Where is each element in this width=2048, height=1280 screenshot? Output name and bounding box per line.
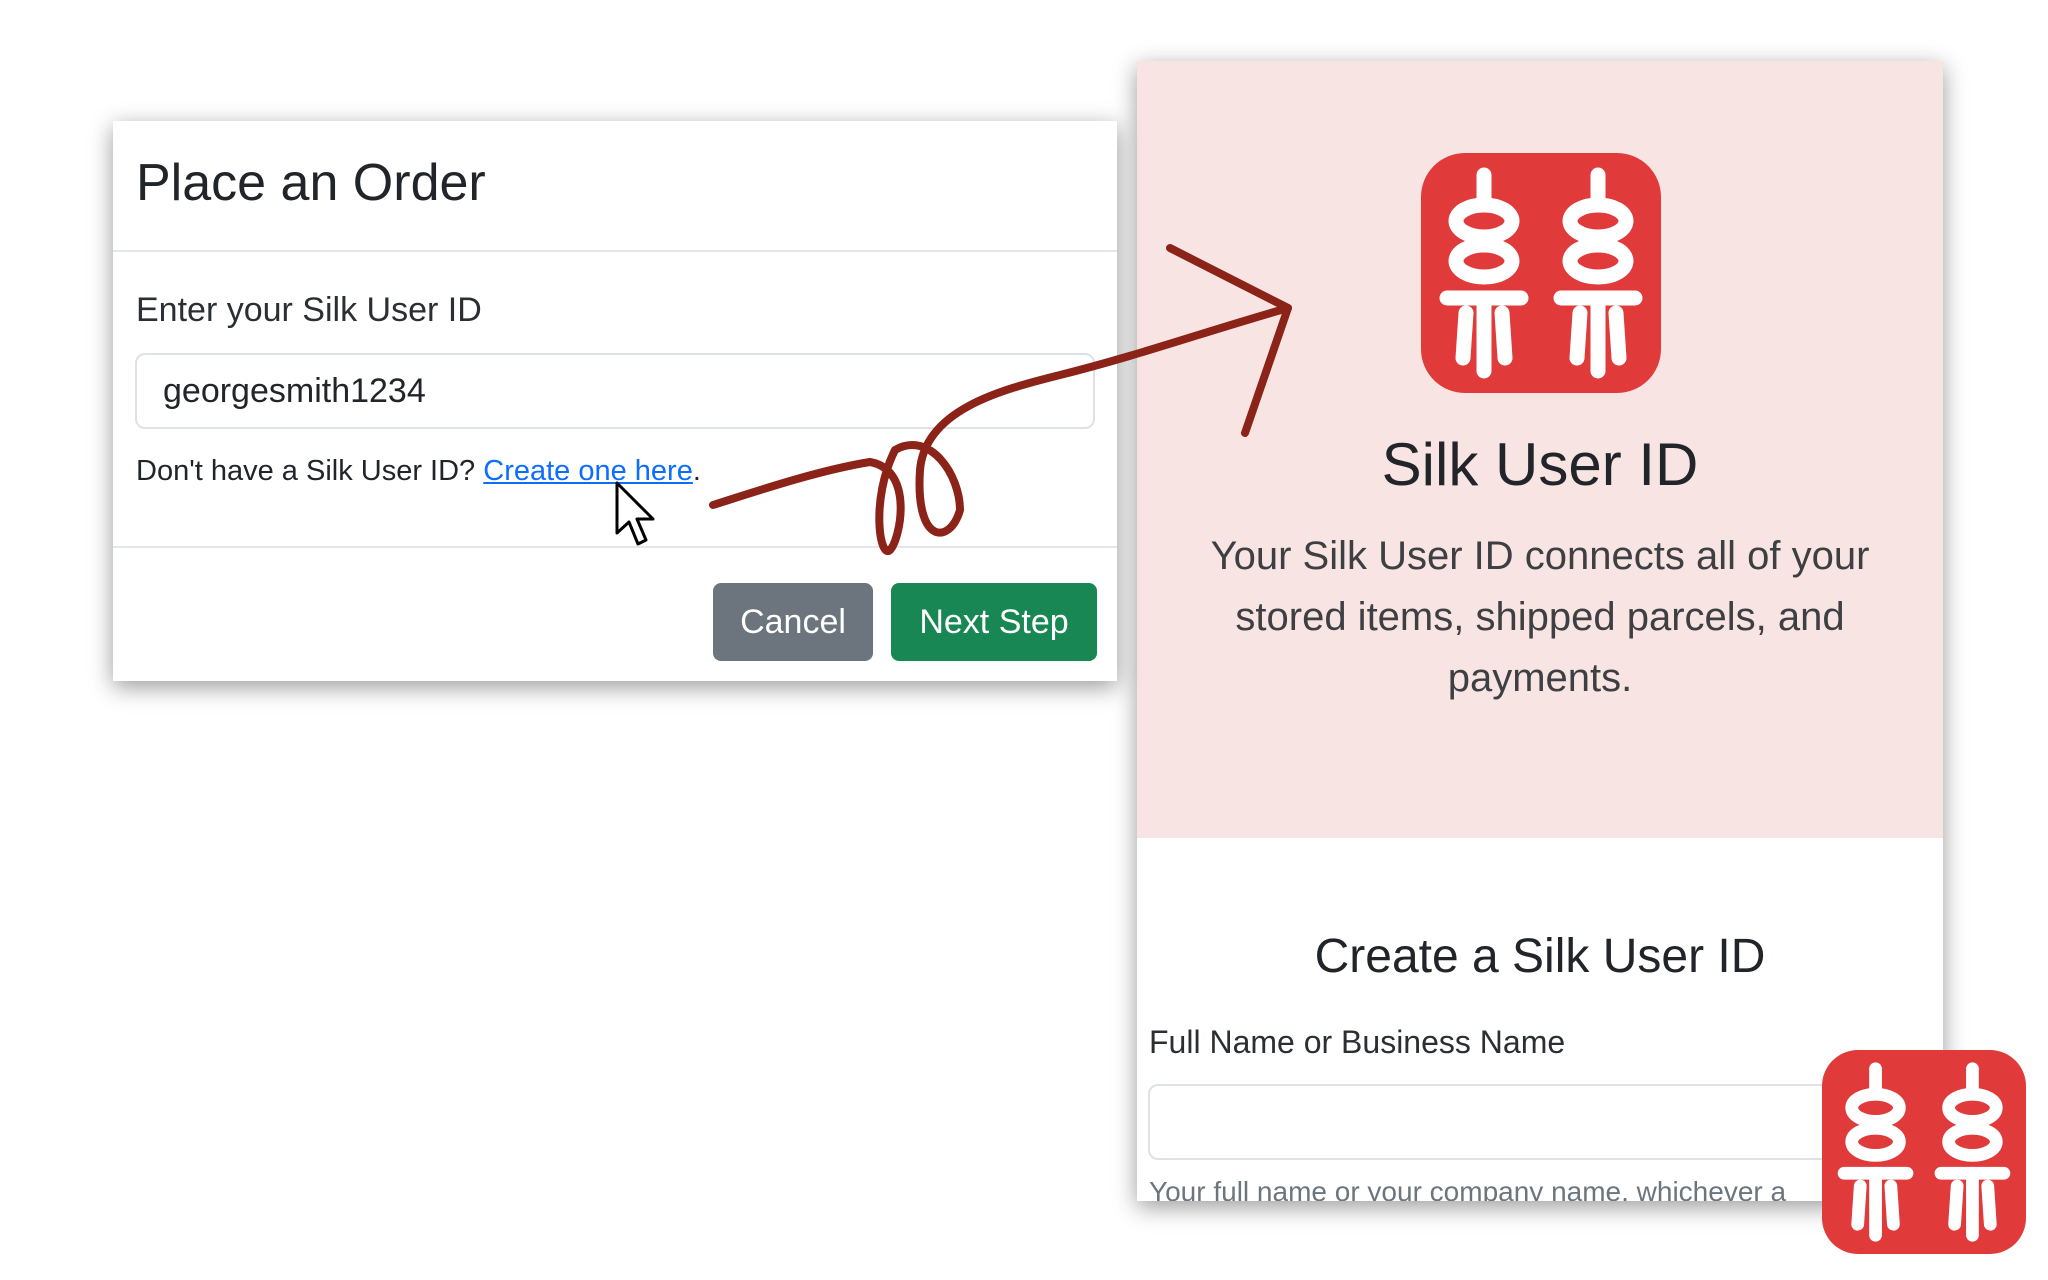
hero-title: Silk User ID bbox=[1381, 431, 1699, 498]
silk-logo-icon bbox=[1822, 1050, 2026, 1254]
cancel-button[interactable]: Cancel bbox=[713, 583, 873, 661]
full-name-help: Your full name or your company name, whi… bbox=[1149, 1176, 1787, 1201]
modal-title: Place an Order bbox=[136, 154, 486, 212]
silk-logo-icon bbox=[1421, 153, 1661, 393]
order-modal: Place an Order Enter your Silk User ID D… bbox=[113, 121, 1117, 681]
next-step-button[interactable]: Next Step bbox=[891, 583, 1097, 661]
silk-user-id-panel: Silk User ID Your Silk User ID connects … bbox=[1137, 61, 1943, 1201]
hero-description: Your Silk User ID connects all of your s… bbox=[1210, 534, 1870, 700]
form-title: Create a Silk User ID bbox=[1314, 930, 1766, 983]
hero-section: Silk User ID Your Silk User ID connects … bbox=[1137, 61, 1943, 838]
user-id-input[interactable] bbox=[135, 353, 1095, 429]
modal-header: Place an Order bbox=[113, 121, 1117, 252]
mouse-pointer-icon bbox=[615, 481, 655, 546]
full-name-label: Full Name or Business Name bbox=[1149, 1024, 1566, 1060]
help-suffix: . bbox=[692, 455, 701, 487]
help-text: Don't have a Silk User ID? bbox=[136, 455, 484, 487]
user-id-label: Enter your Silk User ID bbox=[136, 291, 482, 329]
